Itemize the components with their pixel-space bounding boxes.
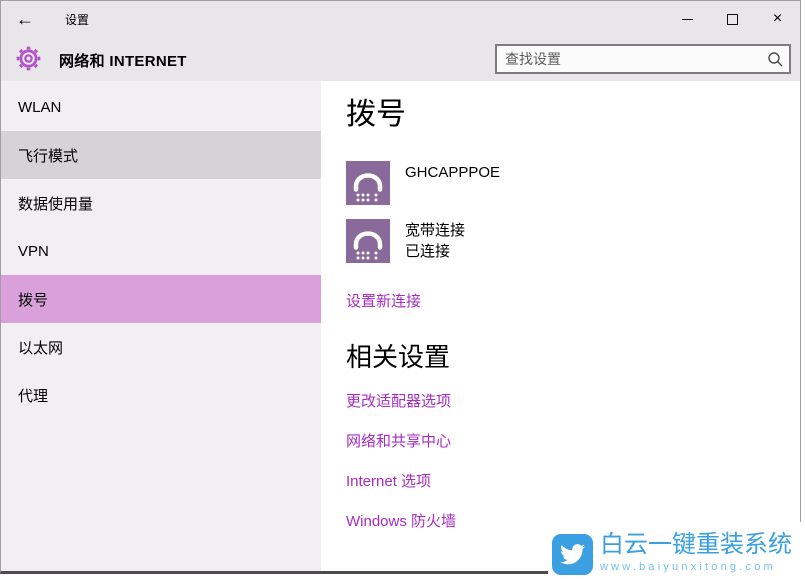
sidebar-item-vpn[interactable]: VPN bbox=[1, 227, 321, 275]
network-sharing-center-link[interactable]: 网络和共享中心 bbox=[346, 434, 456, 450]
related-settings-heading: 相关设置 bbox=[346, 341, 450, 373]
sidebar-item-label: 拨号 bbox=[18, 289, 48, 310]
dialup-heading: 拨号 bbox=[346, 97, 406, 133]
sidebar-item-label: 飞行模式 bbox=[18, 145, 78, 166]
watermark-brand: 白云一键重装系统 bbox=[600, 531, 792, 559]
sidebar-item-ethernet[interactable]: 以太网 bbox=[1, 323, 321, 371]
sidebar-item-data-usage[interactable]: 数据使用量 bbox=[1, 179, 321, 227]
search-box[interactable] bbox=[495, 44, 791, 74]
sidebar-item-wlan[interactable]: WLAN bbox=[1, 83, 321, 131]
dialup-phone-icon bbox=[346, 161, 390, 205]
setup-new-connection-link[interactable]: 设置新连接 bbox=[346, 290, 421, 311]
search-input[interactable] bbox=[497, 51, 761, 67]
windows-firewall-link[interactable]: Windows 防火墙 bbox=[346, 514, 456, 530]
back-button[interactable]: ← bbox=[1, 1, 49, 37]
change-adapter-options-link[interactable]: 更改适配器选项 bbox=[346, 394, 456, 410]
minimize-button[interactable] bbox=[665, 1, 710, 37]
sidebar-item-proxy[interactable]: 代理 bbox=[1, 371, 321, 419]
related-links: 更改适配器选项 网络和共享中心 Internet 选项 Windows 防火墙 bbox=[346, 394, 456, 554]
close-icon: × bbox=[773, 11, 782, 27]
main-row: WLAN 飞行模式 数据使用量 VPN 拨号 以太网 代理 拨号 bbox=[1, 81, 800, 571]
internet-options-link[interactable]: Internet 选项 bbox=[346, 474, 456, 490]
minimize-icon bbox=[682, 19, 693, 20]
watermark-url: www.baiyunxitong.com bbox=[600, 561, 792, 573]
connection-name: GHCAPPPOE bbox=[405, 162, 500, 183]
connection-item-ghcapppoe[interactable]: GHCAPPPOE bbox=[346, 161, 500, 205]
watermark-text: 白云一键重装系统 www.baiyunxitong.com bbox=[600, 531, 792, 579]
titlebar: ← 设置 × bbox=[1, 1, 800, 37]
sidebar-item-dialup[interactable]: 拨号 bbox=[1, 275, 321, 323]
sidebar: WLAN 飞行模式 数据使用量 VPN 拨号 以太网 代理 bbox=[1, 81, 321, 571]
watermark-bird-icon bbox=[552, 534, 593, 575]
maximize-icon bbox=[727, 14, 738, 25]
window-controls: × bbox=[665, 1, 800, 37]
back-arrow-icon: ← bbox=[16, 9, 34, 29]
sidebar-item-label: WLAN bbox=[18, 99, 61, 116]
app-title: 设置 bbox=[65, 11, 89, 28]
close-button[interactable]: × bbox=[755, 1, 800, 37]
sidebar-item-label: 代理 bbox=[18, 385, 48, 406]
settings-window: ← 设置 × bbox=[0, 0, 801, 574]
gear-icon bbox=[15, 45, 42, 77]
page-header: 网络和 INTERNET bbox=[1, 37, 800, 81]
connection-name: 宽带连接 bbox=[405, 220, 465, 241]
sidebar-item-airplane-mode[interactable]: 飞行模式 bbox=[1, 131, 321, 179]
maximize-button[interactable] bbox=[710, 1, 755, 37]
content-pane: 拨号 GHCAPPPOE bbox=[321, 81, 800, 571]
connection-text: GHCAPPPOE bbox=[405, 161, 500, 205]
page-title: 网络和 INTERNET bbox=[59, 50, 187, 71]
dialup-phone-icon bbox=[346, 219, 390, 263]
connection-status: 已连接 bbox=[405, 241, 465, 262]
watermark: 白云一键重装系统 www.baiyunxitong.com bbox=[548, 522, 805, 579]
sidebar-item-label: VPN bbox=[18, 243, 49, 260]
connection-item-broadband[interactable]: 宽带连接 已连接 bbox=[346, 219, 465, 263]
connection-text: 宽带连接 已连接 bbox=[405, 219, 465, 263]
search-icon[interactable] bbox=[761, 51, 789, 68]
sidebar-item-label: 以太网 bbox=[18, 337, 63, 358]
sidebar-item-label: 数据使用量 bbox=[18, 193, 93, 214]
